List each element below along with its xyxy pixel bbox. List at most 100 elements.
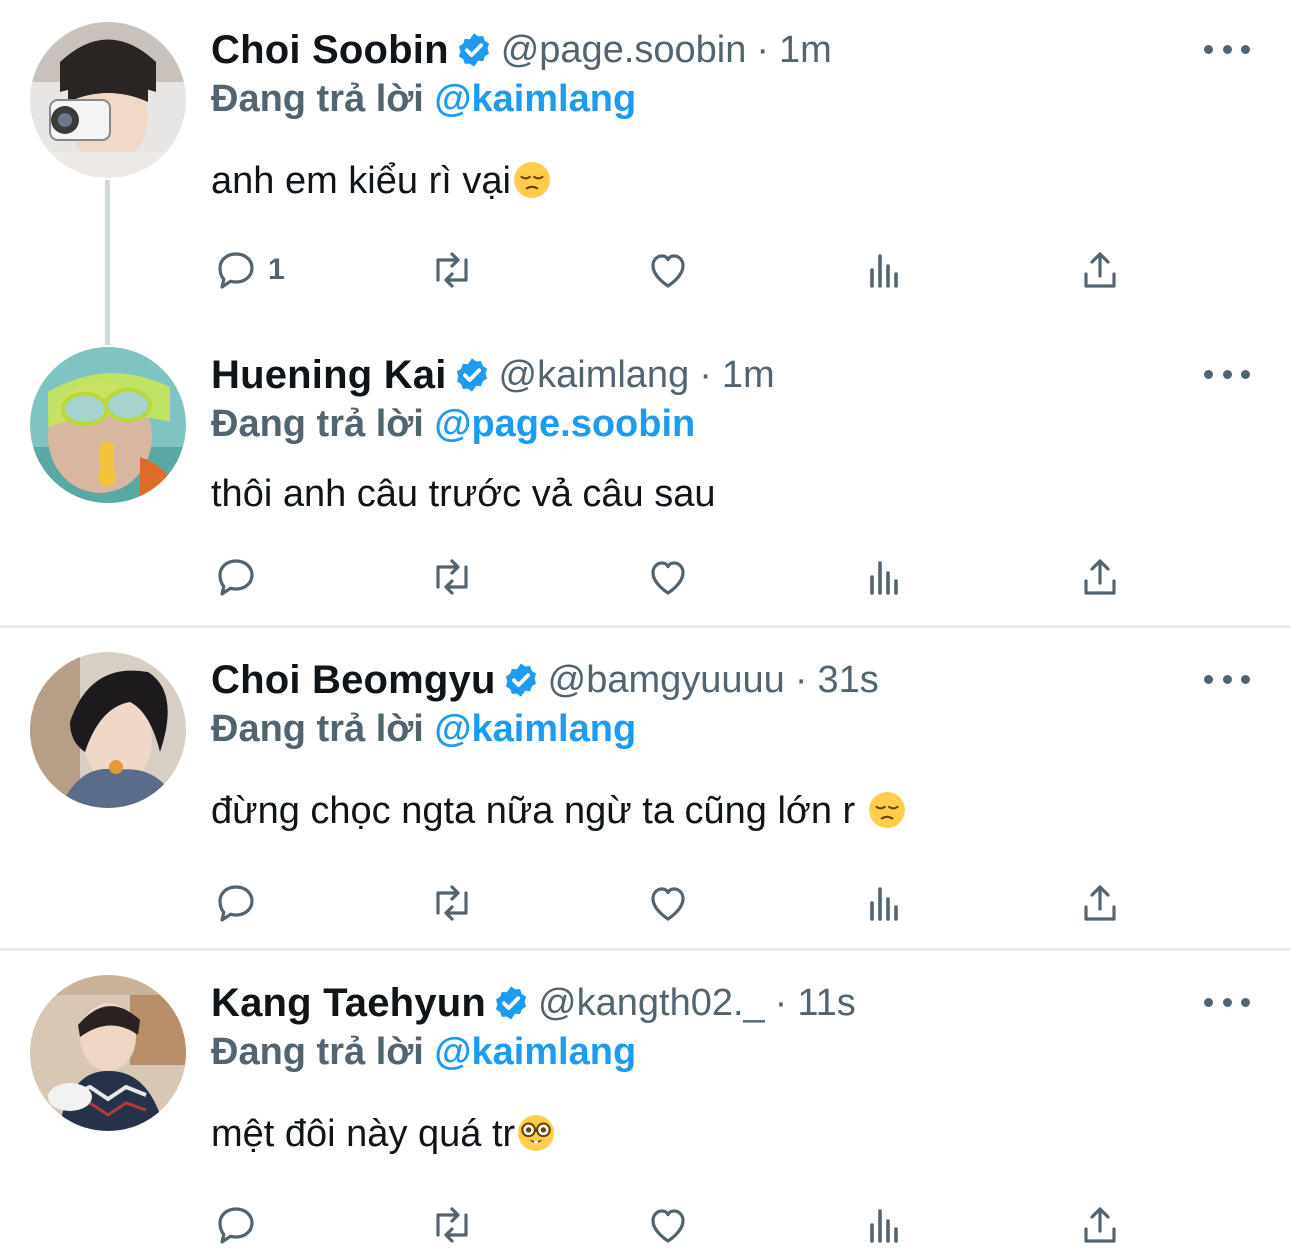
reply-button[interactable] <box>212 878 260 928</box>
share-icon <box>1084 885 1116 921</box>
timestamp[interactable]: 11s <box>797 982 855 1025</box>
avatar[interactable] <box>30 347 186 503</box>
share-button[interactable] <box>1076 878 1124 928</box>
timestamp[interactable]: 31s <box>817 659 878 702</box>
tweet-actions <box>0 878 1290 928</box>
reply-icon <box>218 885 254 922</box>
mention-link[interactable]: @kaimlang <box>434 1031 636 1073</box>
tweet-text: thôi anh câu trước vả câu sau <box>211 473 716 516</box>
user-handle[interactable]: @bamgyuuuu <box>548 659 785 702</box>
analytics-button[interactable] <box>860 878 908 928</box>
replying-to: Đang trả lời @kaimlang <box>211 78 636 121</box>
tweet-text: đừng chọc ngta nữa ngừ ta cũng lớn r <box>211 790 906 833</box>
avatar-photo-icon <box>30 22 186 178</box>
tweet[interactable]: Choi Beomgyu @bamgyuuuu · 31s Đang trả l… <box>0 630 1290 948</box>
more-options-icon[interactable] <box>1204 359 1250 389</box>
replying-to: Đang trả lời @kaimlang <box>211 708 636 751</box>
tweet[interactable]: Kang Taehyun @kangth02._ · 11s Đang trả … <box>0 953 1290 1260</box>
reply-button[interactable] <box>212 552 260 602</box>
analytics-button[interactable] <box>860 552 908 602</box>
timestamp[interactable]: 1m <box>779 29 832 72</box>
analytics-button[interactable] <box>860 245 908 295</box>
user-handle[interactable]: @kaimlang <box>499 354 690 397</box>
share-button[interactable] <box>1076 245 1124 295</box>
bar-chart-icon <box>870 561 898 595</box>
heart-icon <box>651 561 685 595</box>
like-button[interactable] <box>644 878 692 928</box>
heart-icon <box>651 1209 685 1243</box>
verified-badge-icon <box>492 984 530 1022</box>
verified-badge-icon <box>455 31 493 69</box>
tweet-actions <box>0 552 1290 602</box>
heart-icon <box>651 254 685 288</box>
reply-button[interactable] <box>212 1200 260 1250</box>
retweet-icon <box>436 559 468 595</box>
avatar[interactable] <box>30 975 186 1131</box>
more-options-icon[interactable] <box>1204 987 1250 1017</box>
display-name[interactable]: Choi Beomgyu <box>211 658 496 703</box>
tweet-actions <box>0 1200 1290 1250</box>
pensive-face-emoji-icon <box>868 791 906 829</box>
tweet-header: Huening Kai @kaimlang · 1m <box>211 345 775 405</box>
display-name[interactable]: Kang Taehyun <box>211 981 486 1026</box>
reply-button[interactable]: 1 <box>212 245 285 295</box>
avatar-photo-icon <box>30 652 186 808</box>
avatar[interactable] <box>30 652 186 808</box>
nerd-face-emoji-icon <box>517 1114 555 1152</box>
separator-dot: · <box>699 353 712 396</box>
timestamp[interactable]: 1m <box>722 354 775 397</box>
mention-link[interactable]: @page.soobin <box>434 403 695 445</box>
like-button[interactable] <box>644 245 692 295</box>
retweet-button[interactable] <box>428 878 476 928</box>
avatar-photo-icon <box>30 975 186 1131</box>
tweet-text: mệt đôi này quá tr <box>211 1113 555 1156</box>
replying-to-label: Đang trả lời <box>211 708 424 750</box>
display-name[interactable]: Huening Kai <box>211 353 447 398</box>
user-handle[interactable]: @page.soobin <box>501 29 747 72</box>
verified-badge-icon <box>453 356 491 394</box>
more-options-icon[interactable] <box>1204 34 1250 64</box>
tweet[interactable]: Choi Soobin @page.soobin · 1m Đang trả l… <box>0 0 1290 320</box>
pensive-face-emoji-icon <box>513 161 551 199</box>
tweet-header: Choi Soobin @page.soobin · 1m <box>211 20 832 80</box>
share-button[interactable] <box>1076 1200 1124 1250</box>
reply-icon <box>218 1207 254 1244</box>
share-icon <box>1084 1207 1116 1243</box>
tweet-header: Kang Taehyun @kangth02._ · 11s <box>211 973 856 1033</box>
replying-to: Đang trả lời @kaimlang <box>211 1031 636 1074</box>
tweet-text-content: thôi anh câu trước vả câu sau <box>211 473 716 515</box>
user-handle[interactable]: @kangth02._ <box>538 982 765 1025</box>
bar-chart-icon <box>870 1209 898 1243</box>
heart-icon <box>651 887 685 921</box>
separator-dot: · <box>774 981 788 1024</box>
bar-chart-icon <box>870 887 898 921</box>
mention-link[interactable]: @kaimlang <box>434 78 636 120</box>
share-button[interactable] <box>1076 552 1124 602</box>
replying-to-label: Đang trả lời <box>211 78 424 120</box>
tweet-text: anh em kiểu rì vại <box>211 160 551 203</box>
retweet-icon <box>436 1207 468 1243</box>
share-icon <box>1084 559 1116 595</box>
retweet-button[interactable] <box>428 1200 476 1250</box>
more-options-icon[interactable] <box>1204 664 1250 694</box>
share-icon <box>1084 252 1116 288</box>
like-button[interactable] <box>644 1200 692 1250</box>
tweet-header: Choi Beomgyu @bamgyuuuu · 31s <box>211 650 879 710</box>
avatar[interactable] <box>30 22 186 178</box>
reply-icon <box>218 559 254 596</box>
tweet-divider <box>0 948 1290 951</box>
mention-link[interactable]: @kaimlang <box>434 708 636 750</box>
tweet-text-content: anh em kiểu rì vại <box>211 160 511 202</box>
retweet-icon <box>436 252 468 288</box>
retweet-icon <box>436 885 468 921</box>
like-button[interactable] <box>644 552 692 602</box>
avatar-photo-icon <box>30 347 186 503</box>
analytics-button[interactable] <box>860 1200 908 1250</box>
display-name[interactable]: Choi Soobin <box>211 28 449 73</box>
retweet-button[interactable] <box>428 552 476 602</box>
retweet-button[interactable] <box>428 245 476 295</box>
tweet-text-content: đừng chọc ngta nữa ngừ ta cũng lớn r <box>211 790 866 832</box>
verified-badge-icon <box>502 661 540 699</box>
replying-to-label: Đang trả lời <box>211 403 424 445</box>
tweet[interactable]: Huening Kai @kaimlang · 1m Đang trả lời … <box>0 325 1290 625</box>
